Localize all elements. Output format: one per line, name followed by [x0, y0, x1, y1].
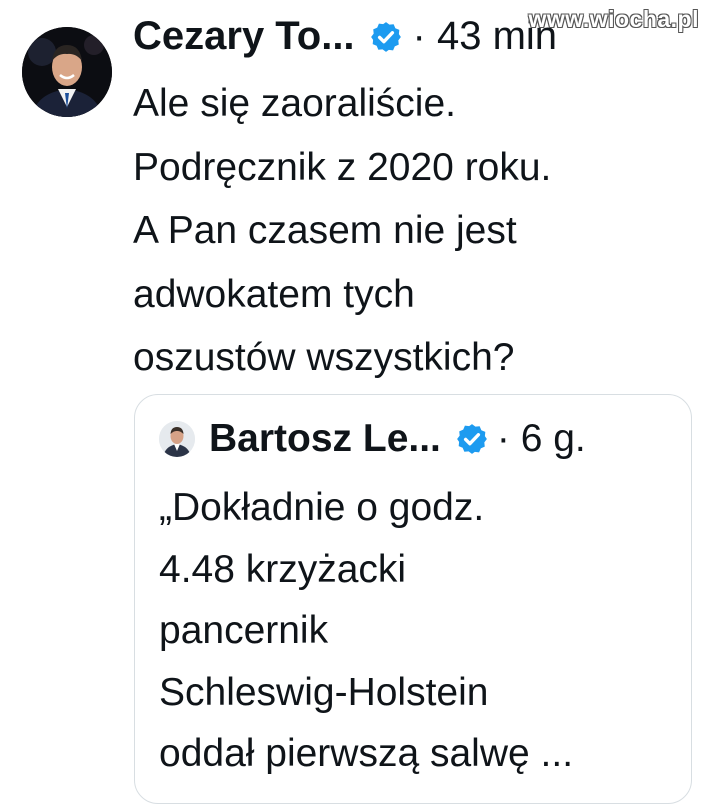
tweet-header: Cezary To... · 43 min [133, 14, 557, 59]
quoted-author-name[interactable]: Bartosz Le... [209, 417, 441, 461]
tweet-line: adwokatem tych [133, 272, 415, 316]
tweet-line: Podręcznik z 2020 roku. [133, 145, 552, 189]
quoted-line: 4.48 krzyżacki [159, 547, 407, 591]
quoted-line: pancernik [159, 609, 329, 652]
verified-badge-icon [457, 424, 487, 454]
tweet-text: Ale się zaoraliście. Podręcznik z 2020 r… [133, 72, 693, 390]
author-avatar[interactable] [22, 27, 112, 117]
tweet-line: Ale się zaoraliście. [133, 82, 456, 125]
quoted-tweet-text: „Dokładnie o godz. 4.48 krzyżacki pancer… [159, 477, 679, 785]
avatar-photo [22, 27, 112, 117]
tweet-line: oszustów wszystkich? [133, 336, 515, 379]
quoted-tweet-time[interactable]: · 6 g. [497, 417, 586, 461]
avatar-photo [159, 421, 195, 457]
quoted-author-avatar[interactable] [159, 421, 195, 457]
quoted-line: oddał pierwszą salwę ... [159, 732, 574, 775]
tweet-line: A Pan czasem nie jest [133, 209, 517, 252]
watermark: www.wiocha.pl [528, 6, 699, 32]
author-name[interactable]: Cezary To... [133, 14, 355, 59]
quoted-line: Schleswig-Holstein [159, 670, 489, 714]
quoted-tweet-header: Bartosz Le... · 6 g. [159, 417, 586, 461]
quoted-tweet-card[interactable]: Bartosz Le... · 6 g. „Dokładnie o godz. … [134, 394, 692, 804]
quoted-line: „Dokładnie o godz. [159, 486, 485, 529]
verified-badge-icon [370, 21, 401, 52]
